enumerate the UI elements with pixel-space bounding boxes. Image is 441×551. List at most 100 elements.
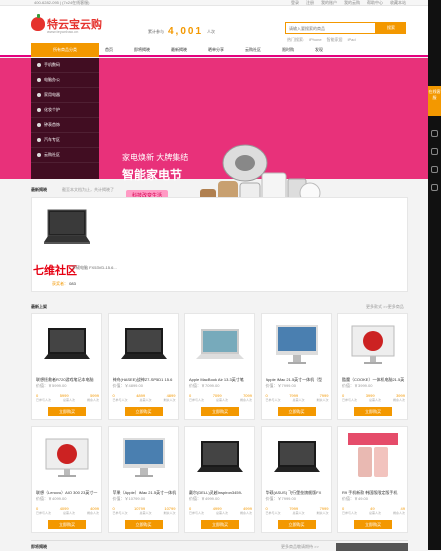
product-card[interactable]: 神舟(HASEE)战神Z7-SP5D1 15.6 价值：￥4899.00 0 4899…	[107, 313, 179, 420]
total-label: 总需人次	[215, 511, 228, 515]
phone-icon[interactable]	[431, 130, 438, 137]
buy-now-button[interactable]: 立即购买	[277, 407, 316, 416]
sidebar-item-label: 化妆个护	[44, 107, 60, 112]
sidebar-item-computers[interactable]: 电脑办公	[31, 73, 99, 88]
product-image[interactable]	[267, 317, 327, 373]
buy-now-button[interactable]: 立即购买	[124, 520, 163, 529]
nav-item-latest[interactable]: 最新揭晓	[171, 43, 187, 57]
nav-item-discover[interactable]: 发现	[315, 43, 323, 57]
total-label: 总需人次	[62, 398, 75, 402]
product-image[interactable]	[114, 317, 174, 373]
product-image[interactable]	[267, 430, 327, 486]
product-price: 价值：￥5999.00	[36, 383, 67, 388]
product-image[interactable]	[37, 317, 97, 373]
product-card[interactable]: 联想（Lenovo）AIO 300 23英寸一 价值：￥4099.00 0 4099 4…	[31, 426, 102, 533]
sidebar-item-label: 云购社区	[44, 152, 60, 157]
new-section-more-link[interactable]: 更多款式 >>更多商品	[366, 304, 404, 310]
product-price: 价值：￥7099.00	[189, 383, 220, 388]
main-nav: 所有商品分类 首页 即将揭晓 最新揭晓 晒单分享 云购社区 限时购 发现	[0, 43, 428, 57]
product-card[interactable]: 戴尔(DELL)灵越Inspiron3459- 价值：￥4999.00 0 4999 4…	[184, 426, 255, 533]
buy-now-button[interactable]: 立即购买	[354, 520, 392, 529]
product-card[interactable]: Apple MacBook Air 13.3英寸笔 价值：￥7099.00 0 709…	[184, 313, 255, 420]
product-image[interactable]	[37, 430, 97, 486]
buy-now-button[interactable]: 立即购买	[201, 407, 239, 416]
sidebar-item-label: 钟表首饰	[44, 122, 60, 127]
buy-now-button[interactable]: 立即购买	[277, 520, 316, 529]
online-service-tab[interactable]: 在线客服	[428, 86, 441, 116]
sidebar-item-community[interactable]: 云购社区	[31, 148, 99, 163]
latest-winner-card[interactable]: 七维社区 华硕电脑 FX53VD-15.6... 获奖者： 083	[31, 197, 408, 292]
search-button[interactable]: 搜索	[376, 22, 406, 34]
sidebar-item-cosmetics[interactable]: 化妆个护	[31, 103, 99, 118]
laptop-icon	[37, 78, 41, 82]
product-card[interactable]: Apple iMac 21.5英寸一体机（型 价值：￥7999.00 0 7999 79…	[260, 313, 332, 420]
left-label: 剩余人次	[163, 398, 176, 402]
left-label: 剩余人次	[392, 398, 405, 402]
winner-info: 获奖者： 083	[52, 281, 76, 287]
product-image[interactable]	[343, 430, 403, 486]
sidebar-item-label: 手机数码	[44, 62, 60, 67]
left-label: 剩余人次	[392, 511, 405, 515]
sidebar-item-appliances[interactable]: 家用电器	[31, 88, 99, 103]
latest-section-subtitle: 截至本文档为止，共计揭晓了	[62, 187, 114, 192]
product-stat-labels: 已参与人次 总需人次 剩余人次	[113, 398, 176, 402]
category-sidebar: 手机数码 电脑办公 家用电器 化妆个护 钟表首饰 汽车专区 云购社区	[31, 58, 99, 179]
search-input[interactable]	[285, 22, 376, 34]
left-label: 剩余人次	[316, 398, 329, 402]
product-image[interactable]	[114, 430, 174, 486]
product-price: 价值：￥3999.00	[342, 383, 373, 388]
apple-logo-icon	[31, 14, 45, 31]
search-box: 搜索	[285, 22, 406, 34]
sidebar-item-auto[interactable]: 汽车专区	[31, 133, 99, 148]
total-label: 总需人次	[139, 511, 152, 515]
product-stat-labels: 已参与人次 总需人次 剩余人次	[266, 398, 329, 402]
product-card[interactable]: 苹果（Apple）iMac 21.5英寸一体机 价值：￥10799.00 0 1079…	[107, 426, 179, 533]
product-image[interactable]	[343, 317, 403, 373]
product-price: 价值：￥49.00	[342, 496, 369, 501]
joined-label: 已参与人次	[265, 511, 281, 515]
product-image[interactable]	[190, 317, 250, 373]
buy-now-button[interactable]: 立即购买	[48, 407, 86, 416]
sidebar-item-jewelry[interactable]: 钟表首饰	[31, 118, 99, 133]
product-stat-labels: 已参与人次 总需人次 剩余人次	[113, 511, 176, 515]
joined-label: 已参与人次	[342, 511, 358, 515]
qrcode-icon[interactable]	[431, 166, 438, 173]
product-price: 价值：￥4999.00	[189, 496, 220, 501]
upcoming-more-link[interactable]: 更多商品敬请期待 >>	[281, 544, 319, 550]
winner-name[interactable]: 083	[69, 281, 76, 286]
winner-product-title[interactable]: 华硕电脑 FX53VD-15.6...	[72, 265, 117, 271]
total-label: 总需人次	[139, 398, 152, 402]
product-card[interactable]: 华硕(ASUS) 飞行堡垒旗舰版FX 价值：￥7999.00 0 7999 7999 已参…	[260, 426, 332, 533]
product-price: 价值：￥10799.00	[112, 496, 146, 501]
nav-item-home[interactable]: 首页	[105, 43, 113, 57]
sidebar-item-phones[interactable]: 手机数码	[31, 58, 99, 73]
back-to-top-icon[interactable]	[431, 184, 438, 191]
sidebar-item-label: 家用电器	[44, 92, 60, 97]
nav-item-community[interactable]: 云购社区	[245, 43, 261, 57]
joined-label: 已参与人次	[36, 398, 52, 402]
product-card[interactable]: 联想拯救者R720游戏笔记本电脑 价值：￥5999.00 0 5999 5999 已参与人…	[31, 313, 102, 420]
product-stat-labels: 已参与人次 总需人次 剩余人次	[266, 511, 329, 515]
product-image[interactable]	[190, 430, 250, 486]
total-label: 总需人次	[292, 398, 305, 402]
buy-now-button[interactable]: 立即购买	[201, 520, 239, 529]
product-card[interactable]: R9 手机新款 韩国版限定版手机 价值：￥49.00 0 49 49 已参与人次 总需人次剩…	[337, 426, 408, 533]
all-categories-button[interactable]: 所有商品分类	[31, 43, 99, 57]
total-label: 总需人次	[292, 511, 305, 515]
product-stat-labels: 已参与人次 总需人次 剩余人次	[342, 398, 405, 402]
product-card[interactable]: 酷魔（COOKE）一体机电脑21.5英 价值：￥3999.00 0 3999 3999 已…	[337, 313, 408, 420]
buy-now-button[interactable]: 立即购买	[124, 407, 163, 416]
nav-item-limited[interactable]: 限时购	[282, 43, 294, 57]
chat-icon[interactable]	[431, 148, 438, 155]
nav-item-upcoming[interactable]: 即将揭晓	[134, 43, 150, 57]
joined-label: 已参与人次	[112, 398, 128, 402]
product-price: 价值：￥4899.00	[112, 383, 143, 388]
nav-item-share[interactable]: 晒单分享	[208, 43, 224, 57]
appliance-icon	[37, 93, 41, 97]
buy-now-button[interactable]: 立即购买	[354, 407, 392, 416]
buy-now-button[interactable]: 立即购买	[48, 520, 86, 529]
winner-product-image	[44, 209, 90, 244]
winner-label: 获奖者：	[52, 281, 68, 286]
site-logo[interactable]: 特云宝云购 www.teyunbao.cn	[31, 14, 102, 40]
product-price: 价值：￥7999.00	[265, 383, 296, 388]
